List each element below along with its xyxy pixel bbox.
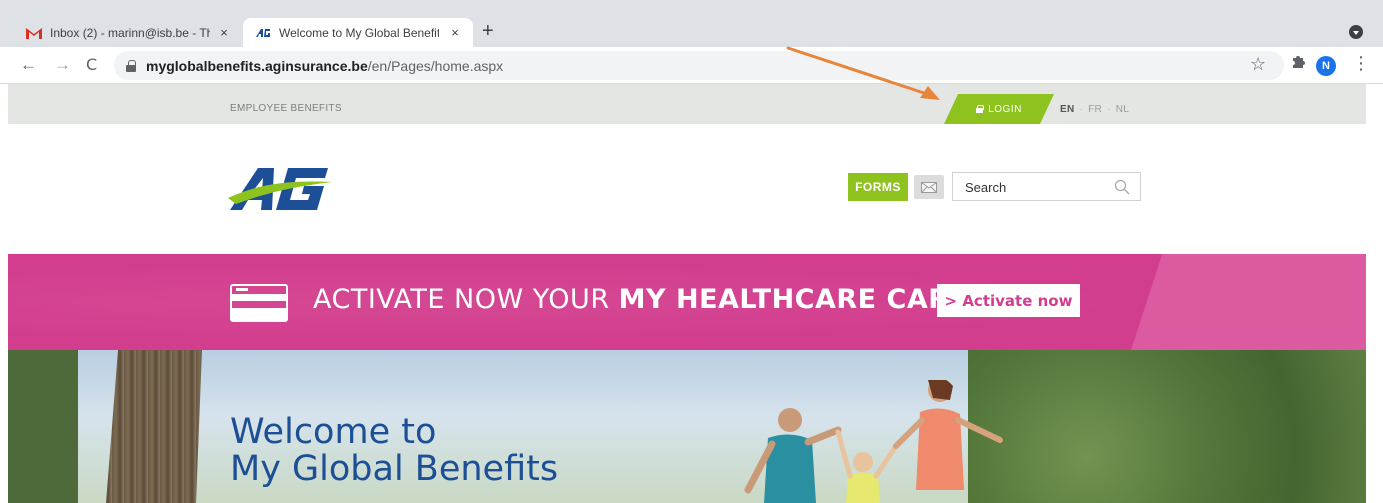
login-label: LOGIN [988,103,1022,115]
search-input[interactable] [965,178,1105,196]
lock-icon [976,105,983,113]
separator: · [1079,104,1084,115]
site-topbar: EMPLOYEE BENEFITS LOGIN EN · FR · NL [8,84,1366,124]
lang-en[interactable]: EN [1060,104,1075,115]
browser-tabstrip: Inbox (2) - marinn@isb.be - Th × Welcome… [0,0,1383,47]
lock-icon [126,59,136,72]
chrome-menu-down-icon[interactable] [1349,25,1363,39]
extensions-icon[interactable] [1290,54,1306,75]
bookmark-star-icon[interactable]: ☆ [1250,54,1266,75]
mail-icon[interactable] [914,175,944,199]
banner-text-bold: MY HEALTHCARE CARD [618,284,973,315]
lang-nl[interactable]: NL [1116,104,1129,115]
back-button[interactable]: ← [20,55,37,75]
search-field[interactable] [952,172,1141,201]
url-path: /en/Pages/home.aspx [367,57,504,74]
banner-headline: ACTIVATE NOW YOUR MY HEALTHCARE CARD [313,284,972,315]
tab-my-global-benefits[interactable]: Welcome to My Global Benefit × [243,18,473,47]
card-icon [230,284,288,322]
search-icon[interactable] [1114,179,1130,195]
healthcare-card-banner[interactable]: ACTIVATE NOW YOUR MY HEALTHCARE CARD > A… [8,254,1366,350]
forward-button[interactable]: → [54,55,71,75]
tab-title: Inbox (2) - marinn@isb.be - Th [50,25,210,40]
ag-logo[interactable] [228,164,332,214]
hero-image: Welcome to My Global Benefits [8,350,1366,503]
tab-title: Welcome to My Global Benefit [279,25,439,40]
tab-gmail[interactable]: Inbox (2) - marinn@isb.be - Th × [14,18,242,47]
ag-favicon [255,26,271,40]
welcome-line-1: Welcome to [230,412,437,452]
forms-button[interactable]: FORMS [848,173,908,201]
hero-foliage-left [8,350,78,503]
welcome-heading: Welcome to My Global Benefits [230,414,558,488]
reload-button[interactable]: C [86,55,97,75]
banner-text-light: ACTIVATE NOW YOUR [313,284,619,315]
hero-family-illustration [744,380,1003,503]
language-switcher: EN · FR · NL [1060,104,1129,115]
activate-now-button[interactable]: > Activate now [937,284,1080,317]
close-icon[interactable]: × [447,25,463,40]
separator: · [1107,104,1111,115]
annotation-arrow [786,46,940,100]
banner-stripe [1120,254,1366,350]
login-button[interactable]: LOGIN [944,94,1054,124]
hero-tree-trunk [106,350,202,503]
lang-fr[interactable]: FR [1088,104,1102,115]
chrome-menu-icon[interactable]: ⋮ [1352,53,1370,73]
url-host: myglobalbenefits.aginsurance.be [146,57,368,74]
employee-benefits-link[interactable]: EMPLOYEE BENEFITS [230,103,342,114]
browser-toolbar: ← → C myglobalbenefits.aginsurance.be/en… [0,47,1383,84]
address-bar[interactable]: myglobalbenefits.aginsurance.be/en/Pages… [114,51,1284,80]
new-tab-button[interactable]: + [482,21,494,41]
profile-avatar[interactable]: N [1316,56,1336,76]
welcome-line-2: My Global Benefits [230,449,559,489]
gmail-icon [26,26,42,40]
close-icon[interactable]: × [216,25,232,40]
